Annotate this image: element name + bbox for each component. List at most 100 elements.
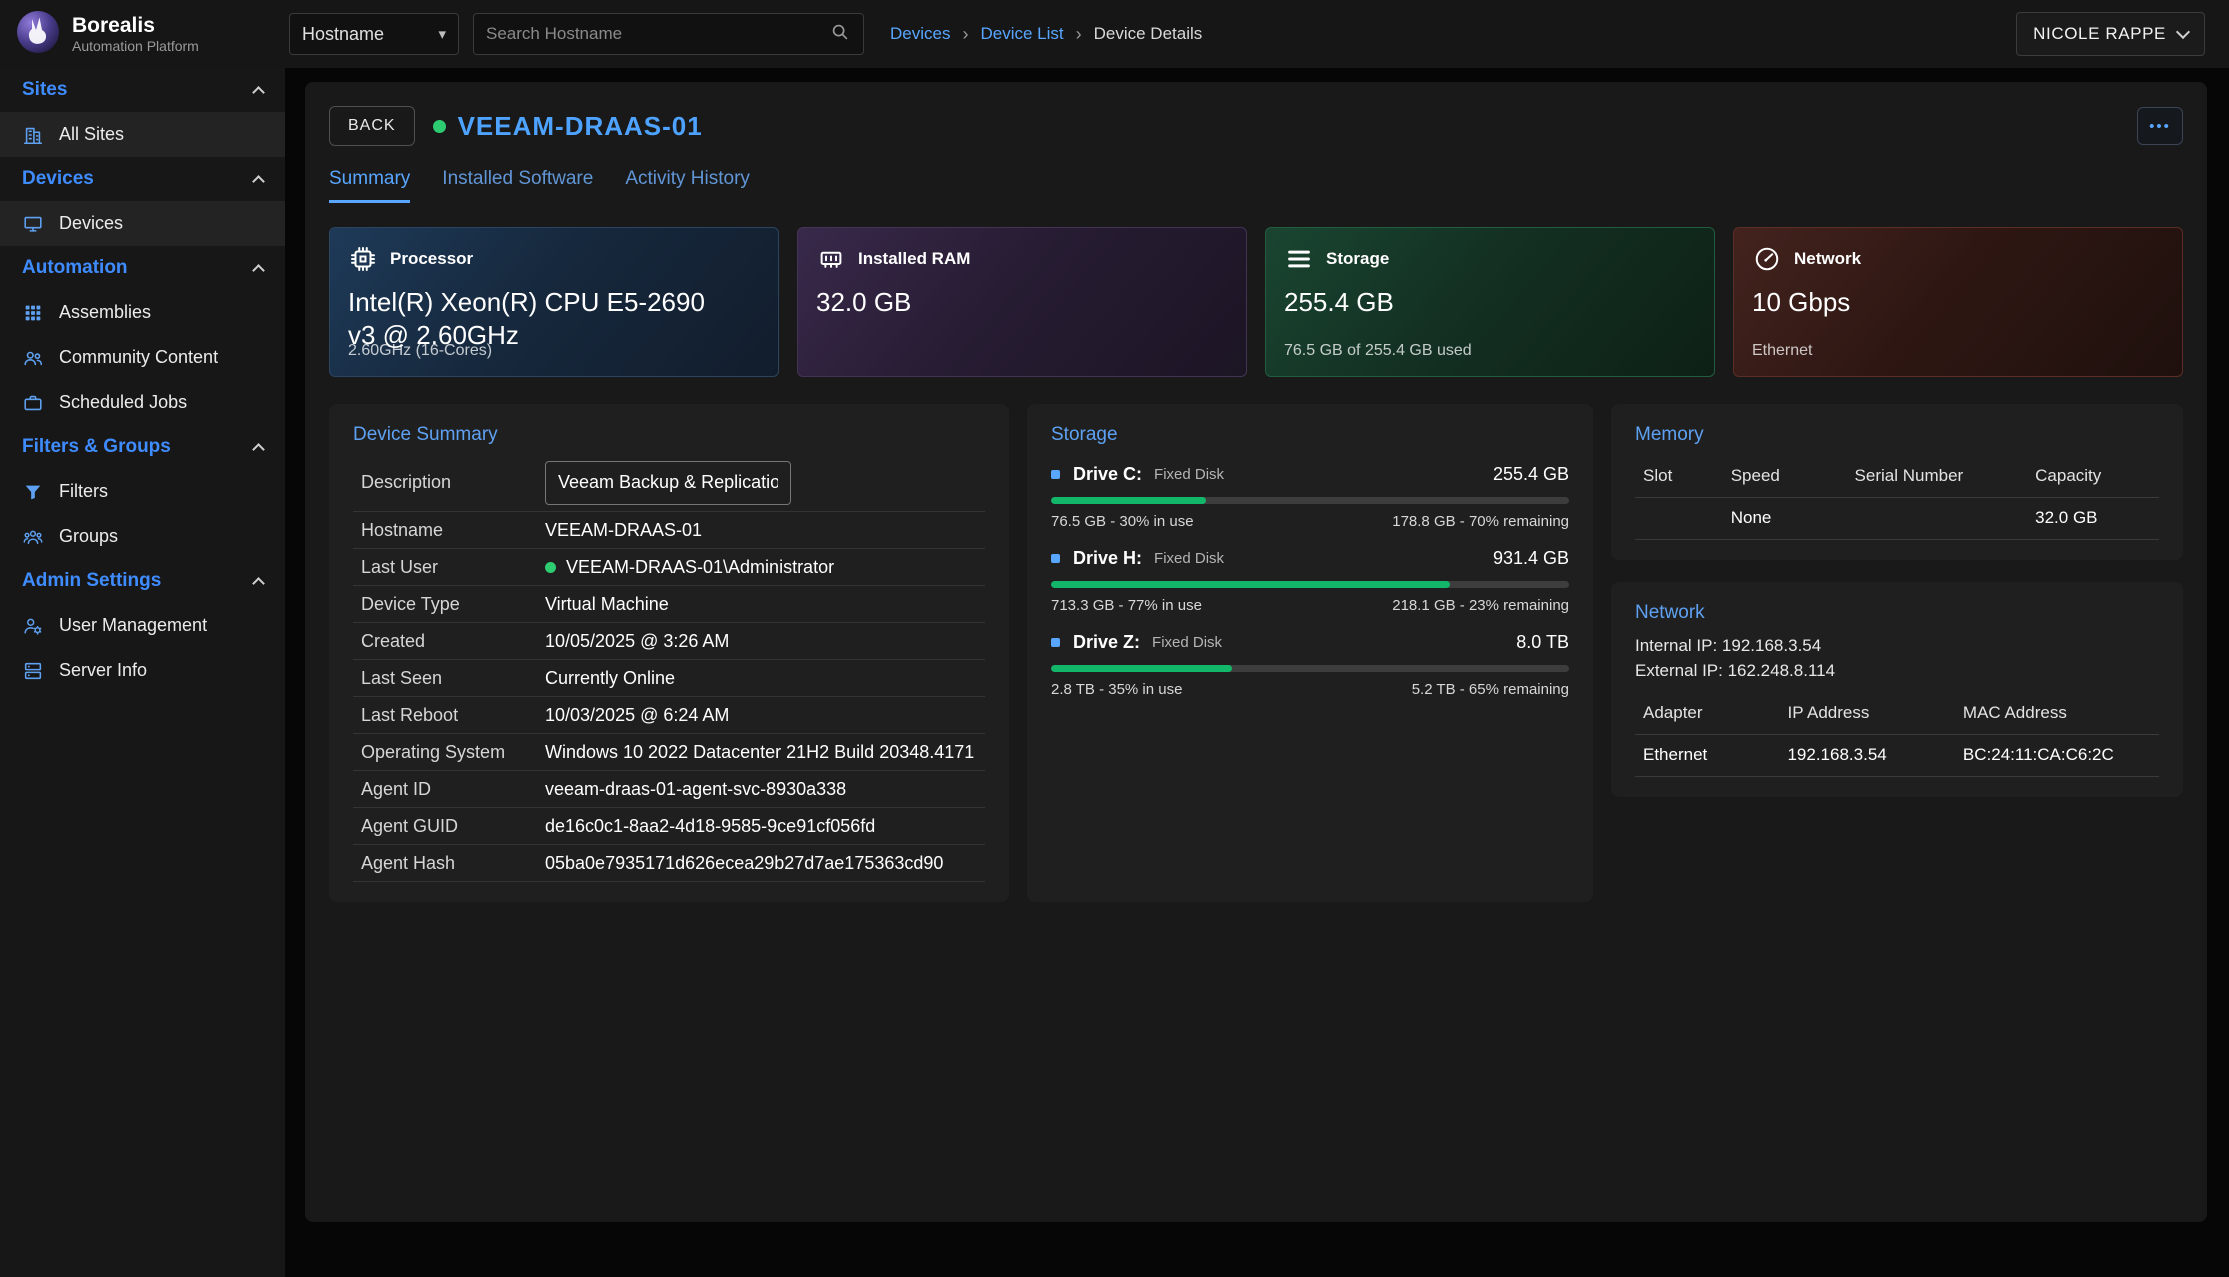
drive-used: 713.3 GB - 77% in use xyxy=(1051,597,1202,614)
drive-remaining: 5.2 TB - 65% remaining xyxy=(1412,681,1569,698)
search-input[interactable] xyxy=(486,24,829,44)
online-status-dot xyxy=(545,562,556,573)
network-value: 10 Gbps xyxy=(1752,286,2143,319)
sidebar-section-filters-groups[interactable]: Filters & Groups xyxy=(0,425,285,469)
search-field-dropdown[interactable]: Hostname ▾ xyxy=(289,13,459,55)
device-details-panel: BACK VEEAM-DRAAS-01 ••• Summary Installe… xyxy=(305,82,2207,1222)
breadcrumb-device-list[interactable]: Device List xyxy=(980,24,1063,44)
tab-summary[interactable]: Summary xyxy=(329,168,410,203)
drive-row-h: Drive H: Fixed Disk 931.4 GB 713.3 GB - … xyxy=(1051,548,1569,614)
sidebar-item-label: User Management xyxy=(59,615,207,636)
sidebar-item-assemblies[interactable]: Assemblies xyxy=(0,290,285,335)
device-summary-panel: Device Summary Description Hostname VEEA… xyxy=(329,404,1009,902)
drive-usage-bar xyxy=(1051,497,1569,504)
content-area: BACK VEEAM-DRAAS-01 ••• Summary Installe… xyxy=(285,68,2229,1277)
section-label: Devices xyxy=(22,168,94,190)
detail-panels: Device Summary Description Hostname VEEA… xyxy=(329,404,2183,902)
network-panel: Network Internal IP: 192.168.3.54 Extern… xyxy=(1611,582,2183,797)
sidebar-item-user-management[interactable]: User Management xyxy=(0,603,285,648)
drive-usage-bar xyxy=(1051,581,1569,588)
sidebar: Sites All Sites Devices Devices Automati… xyxy=(0,68,285,1277)
card-title: Storage xyxy=(1326,249,1389,269)
network-card: Network 10 Gbps Ethernet xyxy=(1733,227,2183,377)
grid-icon xyxy=(22,302,44,324)
summary-row-hostname: Hostname VEEAM-DRAAS-01 xyxy=(353,512,985,549)
sidebar-section-automation[interactable]: Automation xyxy=(0,246,285,290)
ram-icon xyxy=(816,244,846,274)
user-name: NICOLE RAPPE xyxy=(2033,24,2166,44)
summary-row-agent-hash: Agent Hash 05ba0e7935171d626ecea29b27d7a… xyxy=(353,845,985,882)
breadcrumb-devices[interactable]: Devices xyxy=(890,24,950,44)
sidebar-section-sites[interactable]: Sites xyxy=(0,68,285,112)
brand: Borealis Automation Platform xyxy=(0,10,285,59)
storage-subtitle: 76.5 GB of 255.4 GB used xyxy=(1284,342,1472,360)
drive-used: 76.5 GB - 30% in use xyxy=(1051,513,1194,530)
sidebar-item-devices[interactable]: Devices xyxy=(0,201,285,246)
sidebar-item-label: Server Info xyxy=(59,660,147,681)
caret-down-icon: ▾ xyxy=(438,25,446,43)
processor-subtitle: 2.60GHz (16-Cores) xyxy=(348,342,492,360)
device-name: VEEAM-DRAAS-01 xyxy=(458,111,703,142)
groups-icon xyxy=(22,526,44,548)
summary-row-description: Description xyxy=(353,454,985,512)
storage-value: 255.4 GB xyxy=(1284,286,1675,319)
network-gauge-icon xyxy=(1752,244,1782,274)
drive-bullet-icon xyxy=(1051,554,1060,563)
more-options-button[interactable]: ••• xyxy=(2137,107,2183,145)
card-title: Network xyxy=(1794,249,1861,269)
sidebar-item-label: All Sites xyxy=(59,124,124,145)
section-label: Filters & Groups xyxy=(22,436,171,458)
drive-row-c: Drive C: Fixed Disk 255.4 GB 76.5 GB - 3… xyxy=(1051,464,1569,530)
network-subtitle: Ethernet xyxy=(1752,342,1812,360)
processor-card: Processor Intel(R) Xeon(R) CPU E5-2690 v… xyxy=(329,227,779,377)
breadcrumb-device-details: Device Details xyxy=(1094,24,1203,44)
description-input[interactable] xyxy=(545,461,791,505)
chevron-down-icon xyxy=(2176,25,2190,39)
chevron-up-icon xyxy=(252,577,265,590)
sidebar-section-devices[interactable]: Devices xyxy=(0,157,285,201)
borealis-logo-icon xyxy=(16,10,60,59)
tab-activity-history[interactable]: Activity History xyxy=(625,168,750,203)
sidebar-item-groups[interactable]: Groups xyxy=(0,514,285,559)
breadcrumb: Devices › Device List › Device Details xyxy=(890,24,1202,45)
user-gear-icon xyxy=(22,615,44,637)
chevron-up-icon xyxy=(252,443,265,456)
search-field-dropdown-value: Hostname xyxy=(302,24,384,45)
memory-table-row: None 32.0 GB xyxy=(1635,498,2159,540)
sidebar-item-filters[interactable]: Filters xyxy=(0,469,285,514)
sidebar-item-label: Community Content xyxy=(59,347,218,368)
sidebar-section-admin-settings[interactable]: Admin Settings xyxy=(0,559,285,603)
user-menu-button[interactable]: NICOLE RAPPE xyxy=(2016,12,2205,56)
chevron-up-icon xyxy=(252,175,265,188)
summary-row-last-reboot: Last Reboot 10/03/2025 @ 6:24 AM xyxy=(353,697,985,734)
summary-row-created: Created 10/05/2025 @ 3:26 AM xyxy=(353,623,985,660)
back-button[interactable]: BACK xyxy=(329,106,415,146)
sidebar-item-server-info[interactable]: Server Info xyxy=(0,648,285,693)
storage-card: Storage 255.4 GB 76.5 GB of 255.4 GB use… xyxy=(1265,227,1715,377)
ram-card: Installed RAM 32.0 GB xyxy=(797,227,1247,377)
section-label: Automation xyxy=(22,257,128,279)
storage-stack-icon xyxy=(1284,244,1314,274)
sidebar-item-scheduled-jobs[interactable]: Scheduled Jobs xyxy=(0,380,285,425)
sidebar-item-label: Filters xyxy=(59,481,108,502)
search-bar xyxy=(473,13,864,55)
device-header: BACK VEEAM-DRAAS-01 ••• xyxy=(329,106,2183,146)
network-table-row: Ethernet 192.168.3.54 BC:24:11:CA:C6:2C xyxy=(1635,735,2159,777)
brand-subtitle: Automation Platform xyxy=(72,38,199,54)
card-title: Processor xyxy=(390,249,473,269)
sidebar-item-community-content[interactable]: Community Content xyxy=(0,335,285,380)
drive-bullet-icon xyxy=(1051,470,1060,479)
monitor-icon xyxy=(22,213,44,235)
external-ip: External IP: 162.248.8.114 xyxy=(1635,659,2159,684)
drive-remaining: 218.1 GB - 23% remaining xyxy=(1392,597,1569,614)
filter-icon xyxy=(22,481,44,503)
sidebar-item-label: Assemblies xyxy=(59,302,151,323)
sidebar-item-all-sites[interactable]: All Sites xyxy=(0,112,285,157)
drive-bullet-icon xyxy=(1051,638,1060,647)
panel-title: Device Summary xyxy=(353,424,985,446)
chevron-up-icon xyxy=(252,86,265,99)
memory-panel: Memory Slot Speed Serial Number Capacity… xyxy=(1611,404,2183,560)
sidebar-item-label: Groups xyxy=(59,526,118,547)
tab-installed-software[interactable]: Installed Software xyxy=(442,168,593,203)
internal-ip: Internal IP: 192.168.3.54 xyxy=(1635,634,2159,659)
